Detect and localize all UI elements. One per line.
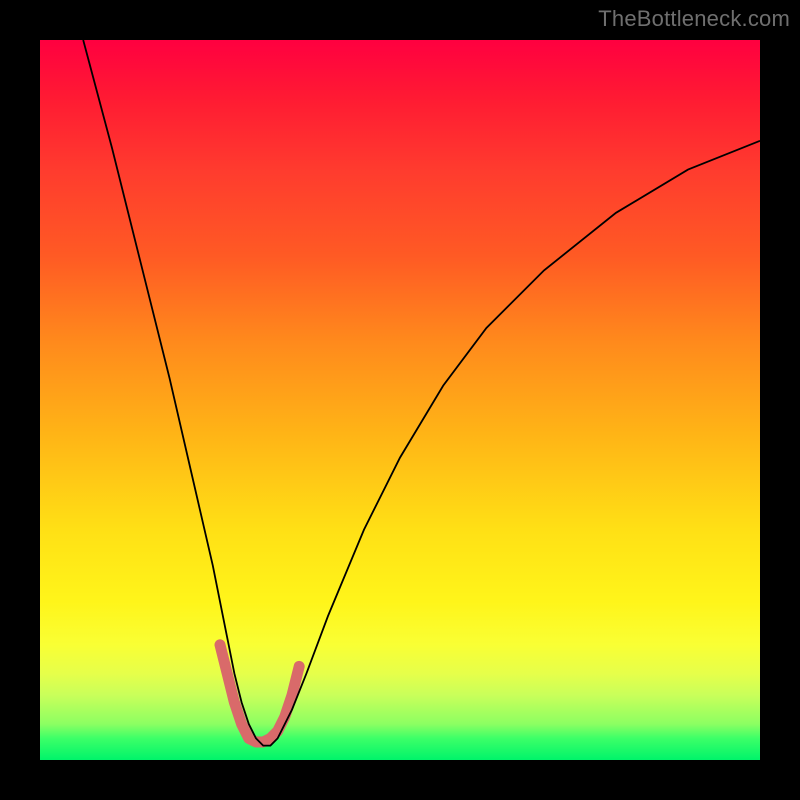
chart-svg [40,40,760,760]
chart-frame: TheBottleneck.com [0,0,800,800]
series-main-curve [83,40,760,746]
watermark-text: TheBottleneck.com [598,6,790,32]
plot-area [40,40,760,760]
